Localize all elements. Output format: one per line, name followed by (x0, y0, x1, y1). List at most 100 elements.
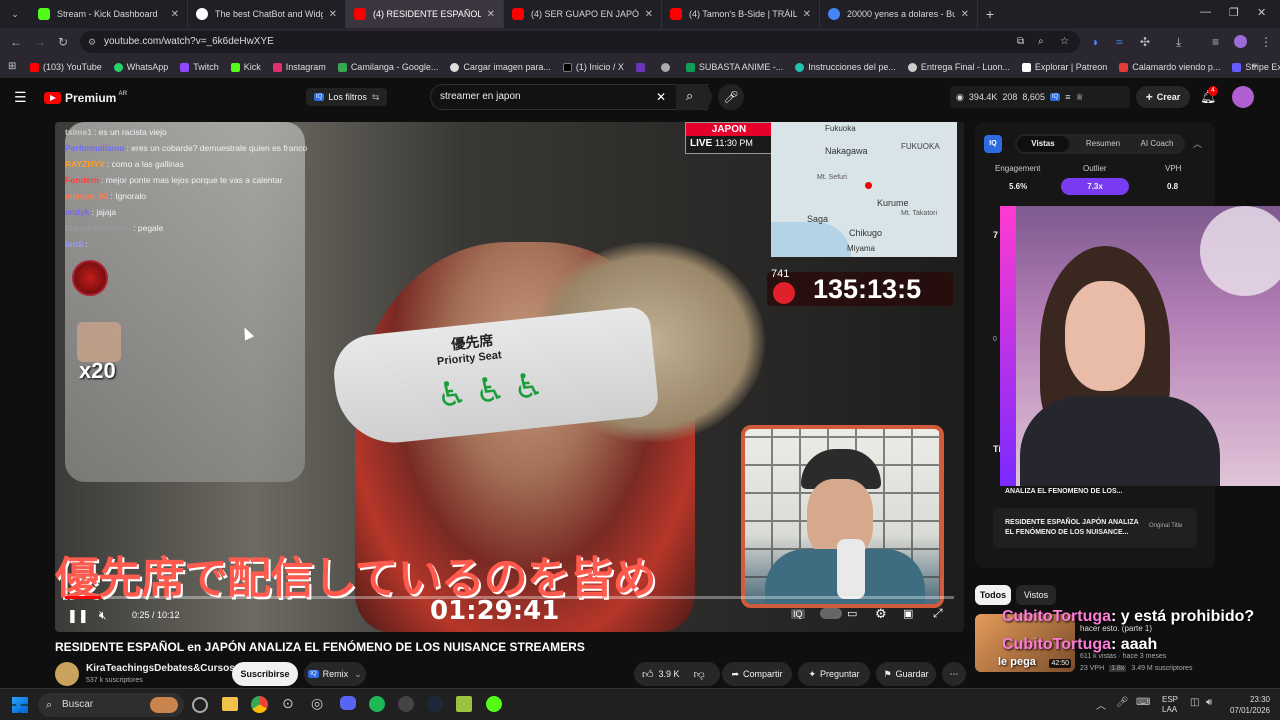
spotify-icon[interactable] (369, 696, 385, 712)
bookmark-cargar-imagen[interactable]: Cargar imagen para... (450, 62, 551, 72)
more-bookmarks-icon[interactable]: » (1252, 60, 1258, 71)
bookmark-patreon[interactable]: Explorar | Patreon (1021, 62, 1107, 72)
chip-todos[interactable]: Todos (975, 585, 1011, 605)
app-icon[interactable] (456, 696, 472, 712)
youtube-premium-logo[interactable]: Premium AR (44, 91, 127, 105)
app-icon[interactable]: ⊙ (282, 695, 294, 712)
install-icon[interactable]: ⧉ (1017, 31, 1024, 53)
theater-mode-icon[interactable]: ▣ (903, 607, 913, 620)
bookmark-whatsapp[interactable]: WhatsApp (113, 62, 168, 72)
obs-icon[interactable]: ◎ (311, 695, 323, 712)
kick-app-icon[interactable] (486, 696, 502, 712)
chip-vistos[interactable]: Vistos (1016, 585, 1056, 605)
close-tab-icon[interactable]: ✕ (329, 9, 337, 20)
extension-icon[interactable]: ◗ (1092, 35, 1099, 49)
autoplay-toggle[interactable] (820, 608, 842, 619)
keyboard-icon[interactable]: ⌨ (1136, 697, 1150, 708)
bookmark-instagram[interactable]: Instagram (272, 62, 326, 72)
collapse-chevron-icon[interactable]: ︿ (1193, 137, 1202, 150)
restore-icon[interactable]: ❐ (1229, 6, 1239, 19)
vidiq-original-title-card[interactable]: RESIDENTE ESPAÑOL JAPÓN ANALIZA EL FENÓM… (993, 508, 1197, 548)
minimize-icon[interactable]: — (1200, 6, 1211, 18)
close-window-icon[interactable]: ✕ (1257, 6, 1266, 19)
mute-icon[interactable]: 🔇︎ (99, 608, 107, 623)
volume-icon[interactable]: 🔊︎ (1206, 697, 1212, 708)
network-icon[interactable]: ◫ (1190, 697, 1199, 708)
extensions-puzzle-icon[interactable]: ✣ (1140, 35, 1150, 49)
search-input[interactable]: streamer en japon ✕ (430, 84, 708, 110)
task-view-icon[interactable] (192, 697, 208, 713)
like-icon[interactable]: 👍︎ (642, 668, 654, 681)
steam-icon[interactable] (427, 696, 443, 712)
language-indicator[interactable]: ESP LAA (1162, 695, 1178, 715)
subtitles-icon[interactable]: ▭ (847, 607, 857, 620)
remix-button[interactable]: IQ Remix ⌄ (304, 662, 366, 686)
tab-youtube-active[interactable]: (4) RESIDENTE ESPAÑOL en ✕ (346, 0, 504, 28)
taskbar-search[interactable]: ⌕ Buscar (38, 693, 184, 717)
zoom-icon[interactable]: ⌕ (1038, 31, 1044, 53)
microphone-tray-icon[interactable]: 🎤︎ (1116, 697, 1129, 708)
clear-search-icon[interactable]: ✕ (656, 85, 666, 109)
account-avatar[interactable] (1232, 86, 1254, 108)
forward-icon[interactable]: → (34, 35, 46, 49)
bookmark-kick[interactable]: Kick (230, 62, 261, 72)
bookmark-x[interactable]: (1) Inicio / X (562, 62, 624, 72)
more-actions-button[interactable]: ⋯ (942, 662, 966, 686)
hamburger-menu-icon[interactable]: ☰ (14, 89, 27, 106)
bookmark-globe[interactable] (660, 62, 674, 72)
new-tab-button[interactable]: + (978, 6, 1002, 22)
subscribe-button[interactable]: Suscribirse (232, 662, 298, 686)
share-button[interactable]: ➦ Compartir (722, 662, 792, 686)
menu-dots-icon[interactable]: ⋮ (1260, 35, 1272, 49)
discord-icon[interactable] (340, 696, 356, 710)
tab-chatbot[interactable]: The best ChatBot and Widgets ✕ (188, 0, 346, 28)
download-icon[interactable]: ⤓ (1176, 35, 1181, 50)
vidiq-tab-resumen[interactable]: Resumen (1077, 136, 1129, 152)
site-info-icon[interactable]: ⚙ (88, 31, 96, 53)
chrome-icon[interactable] (251, 696, 268, 713)
close-tab-icon[interactable]: ✕ (803, 9, 811, 20)
vidiq-filters-button[interactable]: IQ Los filtros ⇆ (306, 88, 388, 106)
vidiq-player-icon[interactable]: IQ (791, 609, 805, 619)
settings-gear-icon[interactable]: ⚙ (875, 606, 887, 622)
vidiq-tab-vistas[interactable]: Vistas (1017, 136, 1069, 152)
bookmark-star-icon[interactable]: ☆ (1060, 31, 1069, 53)
file-explorer-icon[interactable] (222, 697, 238, 711)
profile-avatar[interactable] (1234, 35, 1247, 48)
channel-avatar[interactable] (55, 662, 79, 686)
vidiq-tab-ai-coach[interactable]: AI Coach (1129, 136, 1185, 152)
address-bar[interactable]: ⚙ youtube.com/watch?v=_6k6deHwXYE ⧉ ⌕ ☆ (80, 31, 1080, 53)
create-button[interactable]: + Crear (1136, 86, 1190, 108)
bookmark-camilanga[interactable]: Camilanga - Google... (337, 62, 438, 72)
extension-icon[interactable]: ≈ (1116, 35, 1123, 49)
bookmark-calamardo[interactable]: Calamardo viendo p... (1119, 62, 1220, 72)
app-icon[interactable] (398, 696, 414, 712)
close-tab-icon[interactable]: ✕ (487, 9, 495, 20)
tab-search-chevron-icon[interactable]: ⌄ (0, 0, 30, 28)
tab-google-search[interactable]: 20000 yenes a dolares - Buscar ✕ (820, 0, 978, 28)
video-player[interactable]: 優先席 Priority Seat ♿♿♿ txime1: es un raci… (55, 122, 964, 632)
tab-kick-dashboard[interactable]: Stream - Kick Dashboard ✕ (30, 0, 188, 28)
clock[interactable]: 23:30 07/01/2026 (1226, 694, 1270, 716)
media-icon[interactable]: ≡ (1212, 35, 1219, 49)
bookmark-instrucciones[interactable]: Instrucciones del pe... (795, 62, 896, 72)
back-icon[interactable]: ← (10, 35, 22, 49)
bookmark-entrega-final[interactable]: Entrega Final - Luon... (907, 62, 1010, 72)
tab-youtube-2[interactable]: (4) SER GUAPO EN JAPÓN - Yo ✕ (504, 0, 662, 28)
channel-name[interactable]: KiraTeachingsDebates&Cursos (86, 663, 235, 674)
tab-youtube-3[interactable]: (4) Tamon's B-Side | TRÁILER O ✕ (662, 0, 820, 28)
close-tab-icon[interactable]: ✕ (171, 9, 179, 20)
apps-grid-icon[interactable]: ⊞ (8, 61, 16, 72)
windows-start-icon[interactable] (12, 697, 28, 713)
bookmark-twitch[interactable]: Twitch (180, 62, 219, 72)
close-tab-icon[interactable]: ✕ (961, 9, 969, 20)
bookmark-subasta-anime[interactable]: SUBASTA ANIME -... (685, 62, 783, 72)
fullscreen-icon[interactable]: ⤢ (933, 606, 943, 621)
tray-chevron-icon[interactable]: ︿ (1096, 697, 1106, 712)
close-tab-icon[interactable]: ✕ (645, 9, 653, 20)
reload-icon[interactable]: ↻ (58, 35, 68, 49)
dislike-icon[interactable]: 👎︎ (694, 668, 705, 681)
bookmark-ext[interactable] (635, 62, 649, 72)
pause-button[interactable]: ❚❚ (67, 608, 89, 624)
vidiq-stats-bar[interactable]: ◉ 394.4K 208 8,605 IQ ≡ ♕ (950, 86, 1130, 108)
